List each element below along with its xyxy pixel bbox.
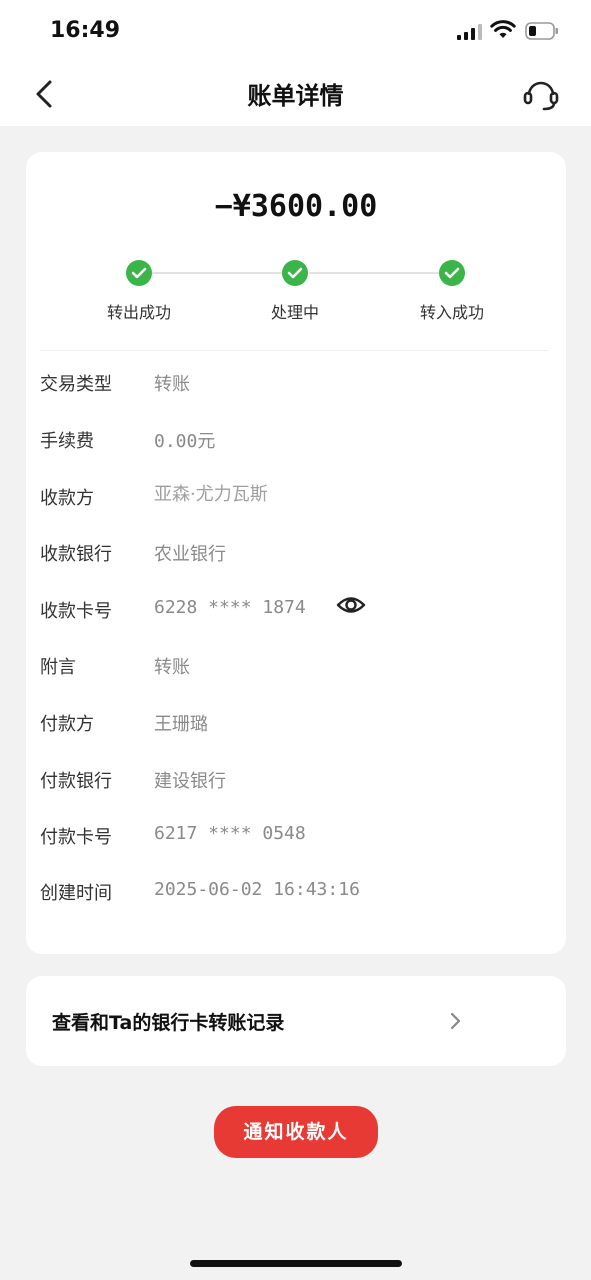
transfer-history-link[interactable]: 查看和Ta的银行卡转账记录 bbox=[26, 976, 566, 1066]
chevron-right-icon bbox=[450, 1012, 461, 1030]
detail-label: 收款卡号 bbox=[40, 601, 112, 622]
detail-value: 亚森·尤力瓦斯 bbox=[154, 484, 268, 505]
detail-label: 收款方 bbox=[40, 488, 94, 509]
transfer-history-label: 查看和Ta的银行卡转账记录 bbox=[52, 1012, 285, 1034]
headset-icon bbox=[523, 81, 559, 111]
detail-label: 收款银行 bbox=[40, 544, 112, 565]
step-label: 转入成功 bbox=[419, 303, 484, 322]
step-check-icon bbox=[439, 260, 465, 286]
detail-value: 6228 **** 1874 bbox=[154, 597, 306, 618]
wifi-icon bbox=[490, 20, 516, 38]
detail-label: 付款银行 bbox=[40, 771, 112, 792]
divider bbox=[40, 350, 548, 351]
status-time: 16:49 bbox=[50, 18, 121, 43]
transaction-detail-card: −¥3600.00 转出成功 处理中 转入成功 交易类型 转账 手续费 0.00… bbox=[26, 152, 566, 954]
step-connector bbox=[309, 272, 439, 274]
detail-value: 转账 bbox=[154, 657, 190, 678]
cellular-signal-icon bbox=[457, 24, 482, 40]
eye-icon bbox=[336, 597, 366, 613]
home-indicator bbox=[190, 1260, 402, 1267]
detail-value: 2025-06-02 16:43:16 bbox=[154, 879, 360, 900]
detail-label: 付款方 bbox=[40, 714, 94, 735]
step-connector bbox=[152, 272, 282, 274]
show-card-number-button[interactable] bbox=[336, 593, 368, 619]
detail-value: 建设银行 bbox=[154, 771, 226, 792]
detail-label: 创建时间 bbox=[40, 883, 112, 904]
battery-icon bbox=[525, 22, 558, 40]
detail-label: 交易类型 bbox=[40, 374, 112, 395]
detail-label: 手续费 bbox=[40, 431, 94, 452]
detail-label: 附言 bbox=[40, 657, 76, 678]
step-check-icon bbox=[282, 260, 308, 286]
detail-value: 6217 **** 0548 bbox=[154, 823, 306, 844]
step-check-icon bbox=[126, 260, 152, 286]
notify-payee-button[interactable]: 通知收款人 bbox=[214, 1106, 378, 1158]
transaction-amount: −¥3600.00 bbox=[214, 189, 378, 224]
page-title: 账单详情 bbox=[247, 82, 344, 110]
detail-value: 转账 bbox=[154, 374, 190, 395]
detail-value: 0.00元 bbox=[154, 431, 216, 452]
detail-value: 王珊璐 bbox=[154, 714, 208, 735]
detail-label: 付款卡号 bbox=[40, 827, 112, 848]
step-label: 处理中 bbox=[270, 303, 319, 322]
customer-service-button[interactable] bbox=[518, 74, 564, 116]
step-label: 转出成功 bbox=[106, 303, 171, 322]
detail-value: 农业银行 bbox=[154, 544, 226, 565]
